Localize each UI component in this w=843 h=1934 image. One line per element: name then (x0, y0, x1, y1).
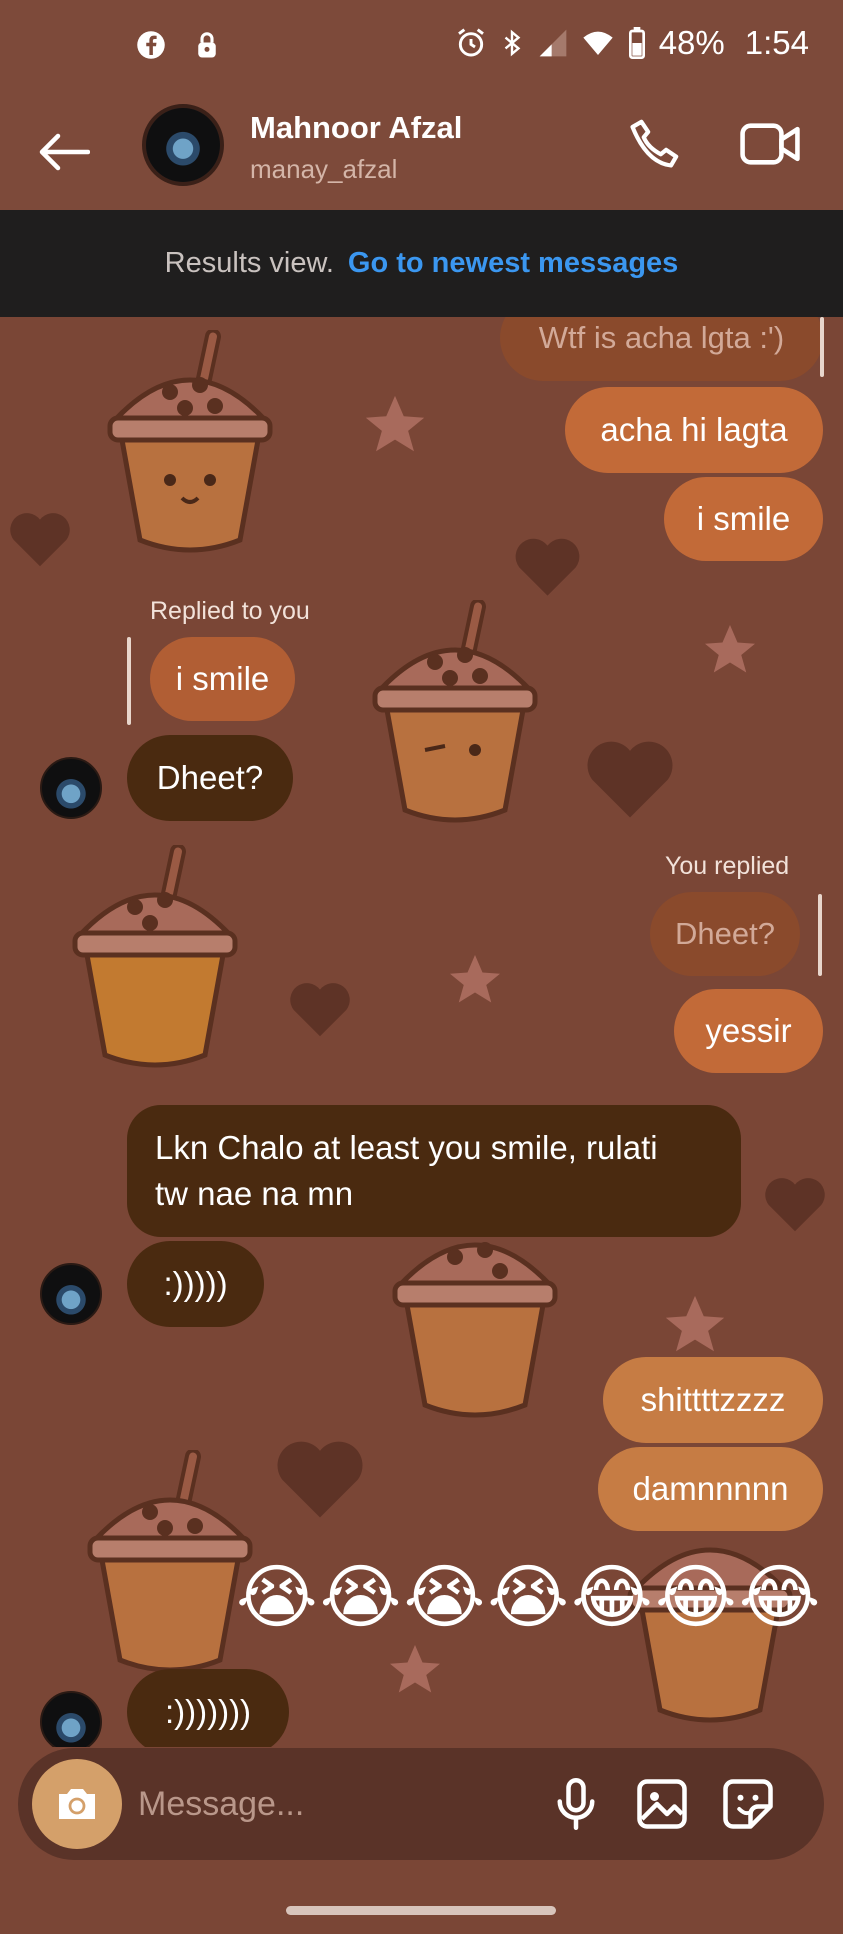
chat-header: Mahnoor Afzal manay_afzal (0, 100, 843, 210)
video-call-button[interactable] (738, 116, 808, 176)
quote-bar (818, 894, 822, 976)
camera-icon (59, 1789, 95, 1819)
message-outgoing[interactable]: yessir (674, 989, 823, 1073)
quoted-message[interactable]: i smile (150, 637, 295, 721)
contact-avatar[interactable] (142, 104, 224, 186)
go-to-newest-messages-link[interactable]: Go to newest messages (348, 247, 678, 280)
message-outgoing[interactable]: damnnnnn (598, 1447, 823, 1531)
bluetooth-icon (504, 29, 521, 57)
lock-icon (198, 32, 216, 58)
voice-call-button[interactable] (626, 116, 686, 176)
camera-button[interactable] (32, 1759, 122, 1849)
signal-icon (539, 29, 567, 57)
microphone-icon (557, 1778, 595, 1830)
quoted-message[interactable]: Dheet? (650, 892, 800, 976)
quote-bar (127, 637, 131, 725)
contact-name[interactable]: Mahnoor Afzal (250, 110, 462, 146)
sticker-icon (723, 1779, 773, 1829)
message-outgoing[interactable]: Wtf is acha lgta :') (500, 317, 823, 381)
back-button[interactable] (34, 122, 94, 182)
message-outgoing[interactable]: i smile (664, 477, 823, 561)
reply-label: You replied (665, 852, 790, 880)
battery-icon (628, 27, 645, 59)
message-outgoing[interactable]: shittttzzzz (603, 1357, 823, 1443)
home-indicator[interactable] (286, 1906, 556, 1915)
sender-avatar[interactable] (40, 757, 102, 819)
arrow-left-icon (39, 133, 90, 171)
phone-icon (630, 119, 679, 168)
message-input[interactable] (138, 1768, 538, 1840)
facebook-icon (137, 31, 165, 59)
message-incoming[interactable]: :))))))) (127, 1669, 289, 1747)
message-incoming[interactable]: :))))) (127, 1241, 264, 1327)
reply-label: Replied to you (150, 597, 310, 625)
message-composer (18, 1748, 824, 1860)
emoji-message[interactable]: 😭😭😭😭😂😂😂 (236, 1562, 823, 1632)
wifi-icon (583, 31, 613, 55)
sender-avatar[interactable] (40, 1263, 102, 1325)
voice-message-button[interactable] (546, 1774, 606, 1834)
status-bar: 48% 1:54 (0, 0, 843, 100)
results-view-banner: Results view. Go to newest messages (0, 210, 843, 317)
message-list[interactable]: Wtf is acha lgta :') acha hi lagta i smi… (0, 317, 843, 1747)
battery-percentage: 48% (658, 24, 725, 61)
message-incoming[interactable]: Lkn Chalo at least you smile, rulati tw … (127, 1105, 741, 1237)
image-icon (637, 1779, 687, 1829)
message-incoming[interactable]: Dheet? (127, 735, 293, 821)
sticker-button[interactable] (718, 1774, 778, 1834)
message-line: tw nae na mn (155, 1175, 354, 1212)
sender-avatar[interactable] (40, 1691, 102, 1747)
quote-bar (820, 317, 824, 377)
contact-handle[interactable]: manay_afzal (250, 154, 397, 185)
results-view-label: Results view. (164, 247, 334, 279)
message-outgoing[interactable]: acha hi lagta (565, 387, 823, 473)
clock: 1:54 (744, 24, 809, 61)
message-line: Lkn Chalo at least you smile, rulati (155, 1129, 658, 1166)
gallery-button[interactable] (632, 1774, 692, 1834)
video-camera-icon (740, 123, 800, 165)
alarm-icon (457, 28, 484, 57)
